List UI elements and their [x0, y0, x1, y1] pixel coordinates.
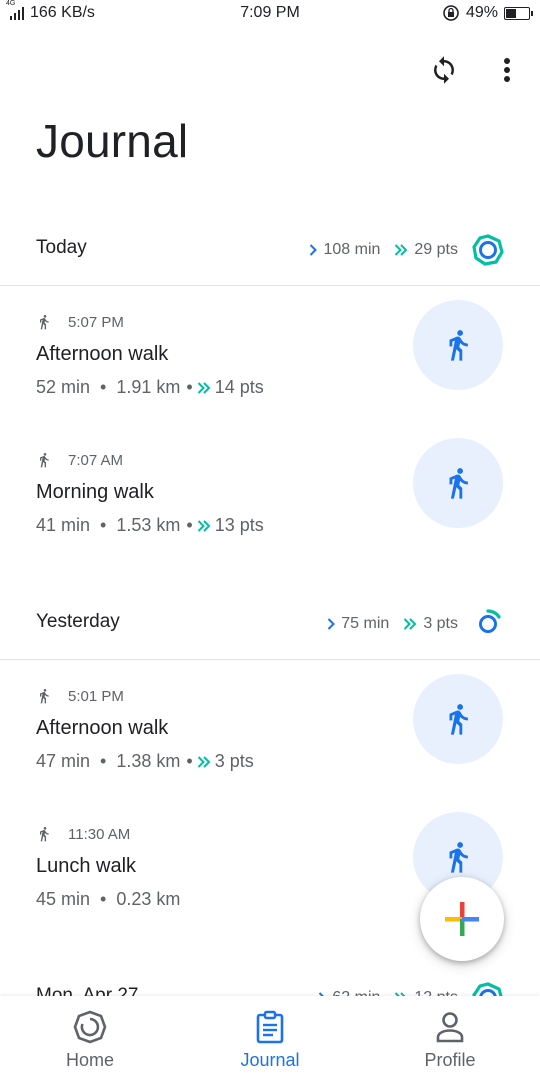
walking-icon	[40, 689, 49, 704]
activity-time: 7:07 AM	[68, 451, 124, 469]
separator-dot: •	[100, 751, 107, 771]
activity-points-value: 3 pts	[214, 751, 254, 771]
more-options-button[interactable]	[487, 50, 527, 90]
activity-item[interactable]: 5:01 PM Afternoon walk 47 min • 1.38 km …	[0, 674, 540, 806]
activity-points: 3 pts	[197, 751, 254, 772]
activity-duration: 41 min	[36, 515, 91, 535]
nav-label: Profile	[424, 1050, 476, 1070]
heart-points-icon	[404, 618, 417, 630]
activity-avatar	[413, 300, 503, 390]
activity-name: Lunch walk	[36, 855, 137, 877]
section-label: Today	[36, 237, 87, 258]
separator-dot: •	[100, 889, 107, 909]
activity-points: 13 pts	[197, 515, 264, 536]
nav-label: Home	[65, 1050, 114, 1070]
add-icon	[445, 902, 479, 936]
battery-icon	[504, 6, 533, 20]
activity-avatar	[413, 674, 503, 764]
activity-details: 45 min • 0.23 km	[36, 889, 180, 910]
activity-details: 52 min • 1.91 km • 14 pts	[36, 377, 264, 398]
section-header-yesterday[interactable]: Yesterday 75 min 3 pts	[0, 598, 540, 648]
activity-name: Morning walk	[36, 481, 154, 503]
move-minutes-value: 75 min	[341, 615, 390, 632]
battery-fill	[506, 8, 517, 18]
bottom-navigation: Home Journal Profile	[0, 996, 540, 1080]
heart-points-value: 29 pts	[414, 241, 458, 258]
add-activity-button[interactable]	[420, 877, 504, 961]
heart-points-stat: 3 pts	[403, 615, 458, 633]
heart-points-icon	[197, 519, 211, 532]
walking-icon	[449, 842, 468, 873]
separator-dot: •	[100, 377, 107, 397]
activity-time-row: 11:30 AM	[36, 824, 130, 844]
nav-item-home[interactable]: Home	[0, 996, 180, 1080]
activity-distance: 1.53 km	[116, 515, 181, 535]
page-title: Journal	[36, 115, 189, 167]
activity-details: 47 min • 1.38 km • 3 pts	[36, 751, 254, 772]
status-right: 49%	[442, 4, 533, 22]
separator-dot: •	[186, 751, 193, 771]
section-label: Yesterday	[36, 611, 120, 632]
move-minutes-icon	[328, 618, 336, 630]
walking-icon	[40, 315, 49, 330]
separator-dot: •	[100, 515, 107, 535]
sync-icon	[434, 56, 454, 84]
activity-duration: 52 min	[36, 377, 91, 397]
heart-points-icon	[395, 244, 408, 256]
activity-duration: 45 min	[36, 889, 91, 909]
rotation-lock-icon	[443, 5, 459, 21]
nav-label: Journal	[240, 1050, 300, 1070]
activity-time-row: 5:01 PM	[36, 686, 124, 706]
nav-item-profile[interactable]: Profile	[360, 996, 540, 1080]
section-header-today[interactable]: Today 108 min 29 pts	[0, 224, 540, 274]
activity-time: 5:01 PM	[68, 687, 124, 705]
separator-dot: •	[186, 377, 193, 397]
divider	[0, 285, 540, 286]
activity-distance: 0.23 km	[116, 889, 181, 909]
more-vert-icon	[504, 58, 510, 82]
activity-duration: 47 min	[36, 751, 91, 771]
activity-time: 11:30 AM	[68, 825, 131, 843]
activity-points-value: 14 pts	[214, 377, 264, 397]
activity-name: Afternoon walk	[36, 343, 169, 365]
activity-time-row: 5:07 PM	[36, 312, 124, 332]
walking-icon	[449, 330, 468, 361]
heart-points-icon	[197, 381, 211, 394]
separator-dot: •	[186, 515, 193, 535]
activity-name: Afternoon walk	[36, 717, 169, 739]
profile-icon	[436, 1012, 464, 1043]
battery-percent: 49%	[465, 4, 498, 21]
walking-icon	[449, 468, 468, 499]
journal-icon	[256, 1010, 284, 1044]
activity-item[interactable]: 7:07 AM Morning walk 41 min • 1.53 km • …	[0, 438, 540, 570]
activity-details: 41 min • 1.53 km • 13 pts	[36, 515, 264, 536]
nav-item-journal[interactable]: Journal	[180, 996, 360, 1080]
activity-time-row: 7:07 AM	[36, 450, 123, 470]
activity-item[interactable]: 5:07 PM Afternoon walk 52 min • 1.91 km …	[0, 300, 540, 432]
section-stats: 108 min 29 pts	[295, 234, 504, 266]
home-ring-icon	[73, 1010, 107, 1044]
activity-distance: 1.91 km	[116, 377, 181, 397]
section-stats: 75 min 3 pts	[313, 608, 504, 640]
heart-points-stat: 29 pts	[394, 241, 458, 259]
heart-points-icon	[197, 755, 211, 768]
activity-avatar	[413, 438, 503, 528]
walking-icon	[40, 827, 49, 842]
divider	[0, 659, 540, 660]
activity-points-value: 13 pts	[214, 515, 264, 535]
sync-button[interactable]	[424, 50, 464, 90]
walking-icon	[449, 704, 468, 735]
goal-ring-icon	[472, 234, 504, 266]
move-minutes-icon	[310, 244, 318, 256]
move-minutes-stat: 75 min	[327, 615, 389, 633]
move-minutes-stat: 108 min	[309, 241, 380, 259]
activity-points: 14 pts	[197, 377, 264, 398]
move-minutes-value: 108 min	[323, 241, 381, 258]
activity-distance: 1.38 km	[116, 751, 181, 771]
goal-ring-icon	[472, 608, 504, 640]
heart-points-value: 3 pts	[423, 615, 458, 632]
walking-icon	[40, 453, 49, 468]
activity-time: 5:07 PM	[68, 313, 124, 331]
status-bar: 4G 166 KB/s 7:09 PM 49%	[0, 0, 540, 30]
